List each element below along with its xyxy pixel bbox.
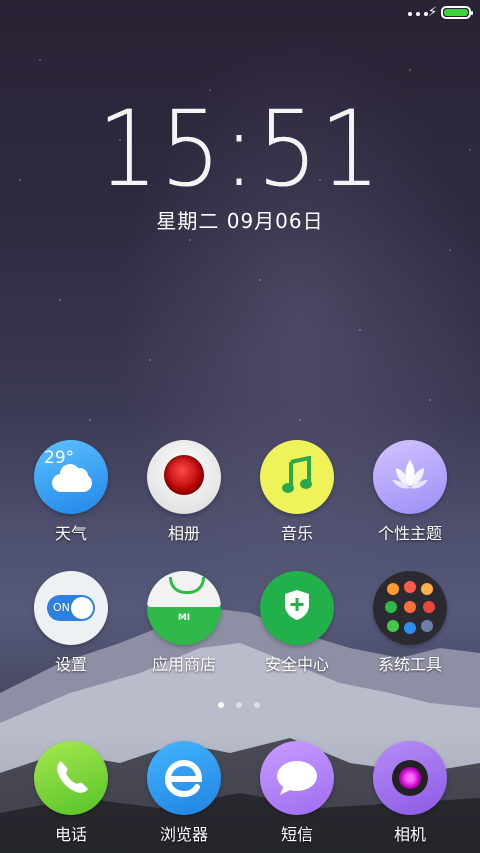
app-label: 系统工具 (377, 655, 442, 674)
lotus-icon (392, 460, 428, 489)
app-label: 设置 (54, 655, 87, 674)
clock-time: 15:51 (97, 88, 383, 210)
shield-plus-icon (285, 590, 309, 620)
app-label: 个性主题 (377, 524, 442, 543)
app-label: 短信 (280, 825, 313, 844)
status-bar: ⚡ (0, 0, 480, 28)
themes-icon (373, 440, 447, 514)
page-indicator[interactable] (218, 702, 260, 708)
app-label: 浏览器 (159, 825, 208, 844)
battery-icon (441, 6, 473, 19)
app-music[interactable]: 音乐 (242, 440, 352, 544)
shopping-bag-icon (147, 571, 221, 607)
app-settings[interactable]: ON 设置 (16, 571, 126, 675)
toggle-on-text: ON (53, 601, 70, 614)
signal-icon (408, 12, 428, 16)
lock-clock[interactable]: 15:51 (0, 95, 480, 203)
dock-phone[interactable]: 电话 (16, 741, 126, 845)
app-label: 音乐 (280, 524, 313, 543)
app-store-icon: MI (147, 571, 221, 645)
app-weather[interactable]: 29° 天气 (16, 440, 126, 544)
music-icon (260, 440, 334, 514)
app-label: 相机 (393, 825, 426, 844)
dock-browser[interactable]: 浏览器 (129, 741, 239, 845)
page-dot-2[interactable] (236, 702, 242, 708)
clock-date: 星期二 09月06日 (156, 209, 324, 233)
app-label: 安全中心 (264, 655, 329, 674)
app-label: 相册 (167, 524, 200, 543)
page-dot-3[interactable] (254, 702, 260, 708)
page-dot-1[interactable] (218, 702, 224, 708)
browser-e-icon (164, 759, 203, 798)
settings-icon: ON (34, 571, 108, 645)
phone-handset-icon (57, 761, 88, 793)
app-label: 天气 (54, 524, 87, 543)
browser-icon (147, 741, 221, 815)
chat-bubble-icon (277, 761, 317, 795)
charging-icon: ⚡ (428, 5, 438, 20)
cloud-icon (52, 464, 92, 492)
mi-logo: MI (177, 613, 191, 623)
rose-icon (164, 455, 204, 495)
app-gallery[interactable]: 相册 (129, 440, 239, 544)
weather-icon: 29° (34, 440, 108, 514)
app-label: 电话 (54, 825, 87, 844)
app-folder-tools[interactable]: 系统工具 (355, 571, 465, 675)
dock-camera[interactable]: 相机 (355, 741, 465, 845)
camera-lens-icon (392, 760, 428, 796)
phone-icon (34, 741, 108, 815)
app-themes[interactable]: 个性主题 (355, 440, 465, 544)
security-icon (260, 571, 334, 645)
music-note-icon (282, 456, 312, 493)
folder-grid-icon (373, 571, 447, 645)
gallery-icon (147, 440, 221, 514)
home-screen: { "status_bar": { "signal_icon": "three-… (0, 0, 480, 853)
app-security[interactable]: 安全中心 (242, 571, 352, 675)
toggle-switch-icon: ON (47, 595, 95, 621)
camera-icon (373, 741, 447, 815)
app-store[interactable]: MI 应用商店 (129, 571, 239, 675)
dock-messages[interactable]: 短信 (242, 741, 352, 845)
app-label: 应用商店 (151, 655, 216, 674)
messages-icon (260, 741, 334, 815)
